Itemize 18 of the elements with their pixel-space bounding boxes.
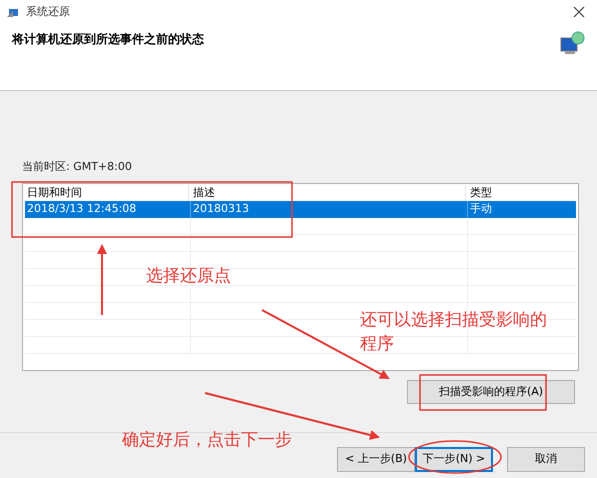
close-icon — [573, 6, 585, 18]
table-cell: 20180313 — [191, 201, 468, 218]
annotation-text: 还可以选择扫描受影响的程序 — [360, 309, 548, 356]
table-cell-text: 手动 — [469, 201, 493, 218]
table-cell: 2018/3/13 12:45:08 — [25, 201, 191, 218]
wizard-button[interactable]: 下一步(N) > — [415, 447, 493, 472]
computer-clock-icon — [559, 30, 585, 56]
wizard-button[interactable]: 取消 — [507, 447, 585, 472]
annotation-text: 确定好后，点击下一步 — [122, 429, 292, 452]
timezone-label: 当前时区: GMT+8:00 — [22, 159, 133, 175]
annotation-text: 选择还原点 — [146, 265, 231, 288]
page-heading: 将计算机还原到所选事件之前的状态 — [12, 31, 204, 48]
table-row[interactable]: 2018/3/13 12:45:08 20180313 手动 — [25, 201, 576, 218]
wizard-button[interactable]: < 上一步(B) — [337, 447, 415, 472]
column-header[interactable]: 类型 — [466, 184, 578, 201]
window-title: 系统还原 — [26, 4, 70, 20]
annotation-arrow — [97, 244, 107, 315]
scan-programs-button[interactable]: 扫描受影响的程序(A) — [407, 380, 575, 404]
